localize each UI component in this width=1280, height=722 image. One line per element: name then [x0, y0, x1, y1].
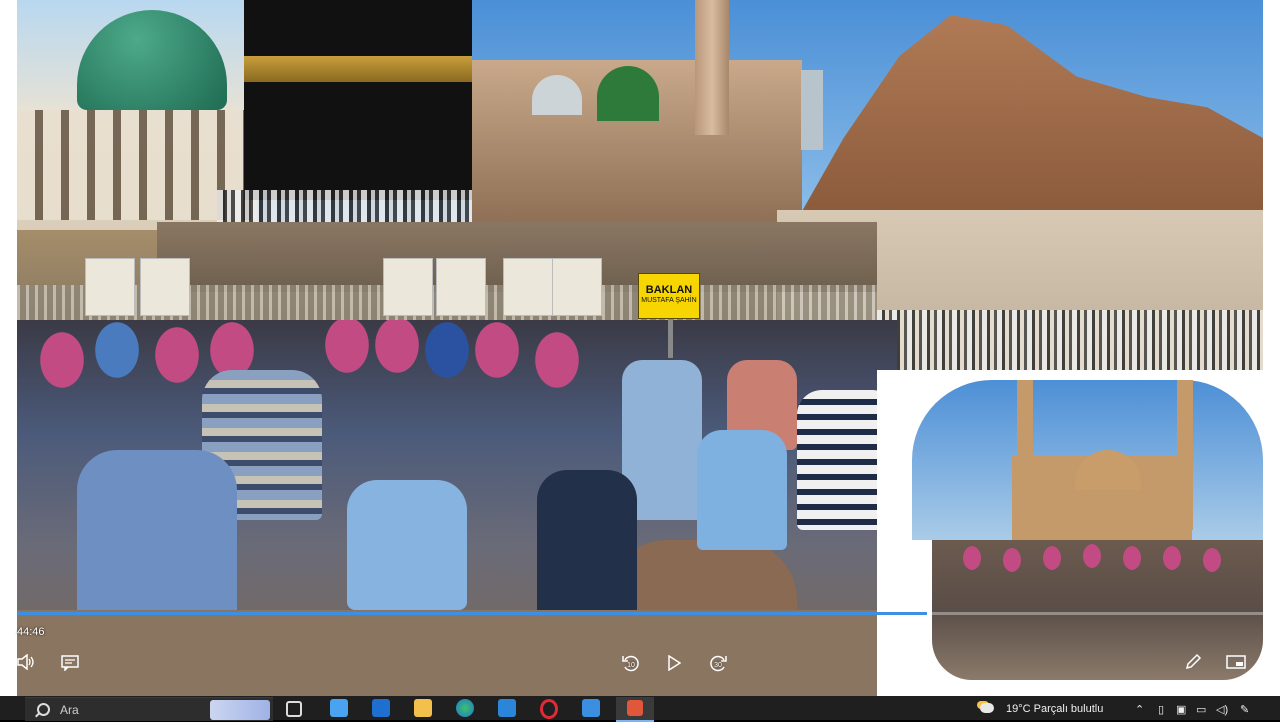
- green-dome-2: [597, 66, 659, 121]
- tray-icon[interactable]: ▣: [1176, 703, 1186, 716]
- opera-icon[interactable]: [540, 699, 558, 719]
- play-button[interactable]: [667, 655, 681, 671]
- sign-pole: [668, 318, 673, 358]
- tray-chevron-icon[interactable]: ⌃: [1135, 703, 1144, 716]
- ground: [17, 610, 897, 696]
- search-placeholder: Ara: [60, 703, 79, 717]
- seek-bar-progress: [17, 612, 927, 615]
- skip-back-button[interactable]: 10: [621, 654, 641, 672]
- task-view-icon[interactable]: [286, 701, 302, 717]
- app-icon[interactable]: [582, 699, 600, 717]
- pilgrim: [697, 430, 787, 550]
- pilgrim: [77, 450, 237, 630]
- info-panel: [383, 258, 433, 316]
- volume-icon[interactable]: [17, 654, 35, 670]
- video-player-window: BAKLAN MUSTAFA ŞAHİN 44:46 10 30: [0, 0, 1280, 720]
- weather-icon[interactable]: [980, 703, 994, 716]
- edit-pencil-icon[interactable]: [1184, 653, 1202, 671]
- current-time: 44:46: [17, 626, 45, 638]
- window-left-edge: [0, 0, 17, 696]
- window-right-edge: [1263, 0, 1280, 696]
- skip-forward-label: 30: [714, 662, 722, 669]
- edge-icon[interactable]: [456, 699, 474, 717]
- video-player-taskbar-button[interactable]: [616, 697, 654, 722]
- video-player-icon: [627, 700, 643, 716]
- speaker-icon[interactable]: ◁): [1216, 703, 1228, 716]
- info-panel: [436, 258, 486, 316]
- skip-forward-button[interactable]: 30: [708, 654, 728, 672]
- info-panel: [552, 258, 602, 316]
- group-sign: BAKLAN MUSTAFA ŞAHİN: [638, 273, 700, 319]
- widgets-icon[interactable]: [330, 699, 348, 717]
- kaaba-gold-band: [244, 56, 472, 82]
- miniplayer-icon[interactable]: [1226, 655, 1246, 669]
- search-highlight-image: [210, 700, 270, 720]
- info-panel: [140, 258, 190, 316]
- search-icon: [37, 703, 50, 716]
- kaaba: [244, 0, 472, 200]
- info-panel: [85, 258, 135, 316]
- subtitles-icon[interactable]: [61, 655, 79, 671]
- pen-icon[interactable]: ✎: [1240, 703, 1249, 716]
- mail-icon[interactable]: [372, 699, 390, 717]
- skip-back-label: 10: [627, 662, 635, 669]
- info-panel: [503, 258, 553, 316]
- taskbar-search-box[interactable]: Ara: [25, 697, 273, 721]
- weather-text[interactable]: 19°C Parçalı bulutlu: [1006, 703, 1103, 715]
- minaret: [695, 0, 729, 135]
- inset-group-photo: [932, 540, 1263, 680]
- sign-subtitle: MUSTAFA ŞAHİN: [641, 297, 697, 304]
- minaret-small: [801, 70, 823, 150]
- store-icon[interactable]: [498, 699, 516, 717]
- network-icon[interactable]: ▭: [1196, 703, 1206, 716]
- tray-icon[interactable]: ▯: [1158, 703, 1164, 716]
- file-explorer-icon[interactable]: [414, 699, 432, 717]
- sign-title: BAKLAN: [645, 284, 693, 296]
- pilgrim: [347, 480, 467, 610]
